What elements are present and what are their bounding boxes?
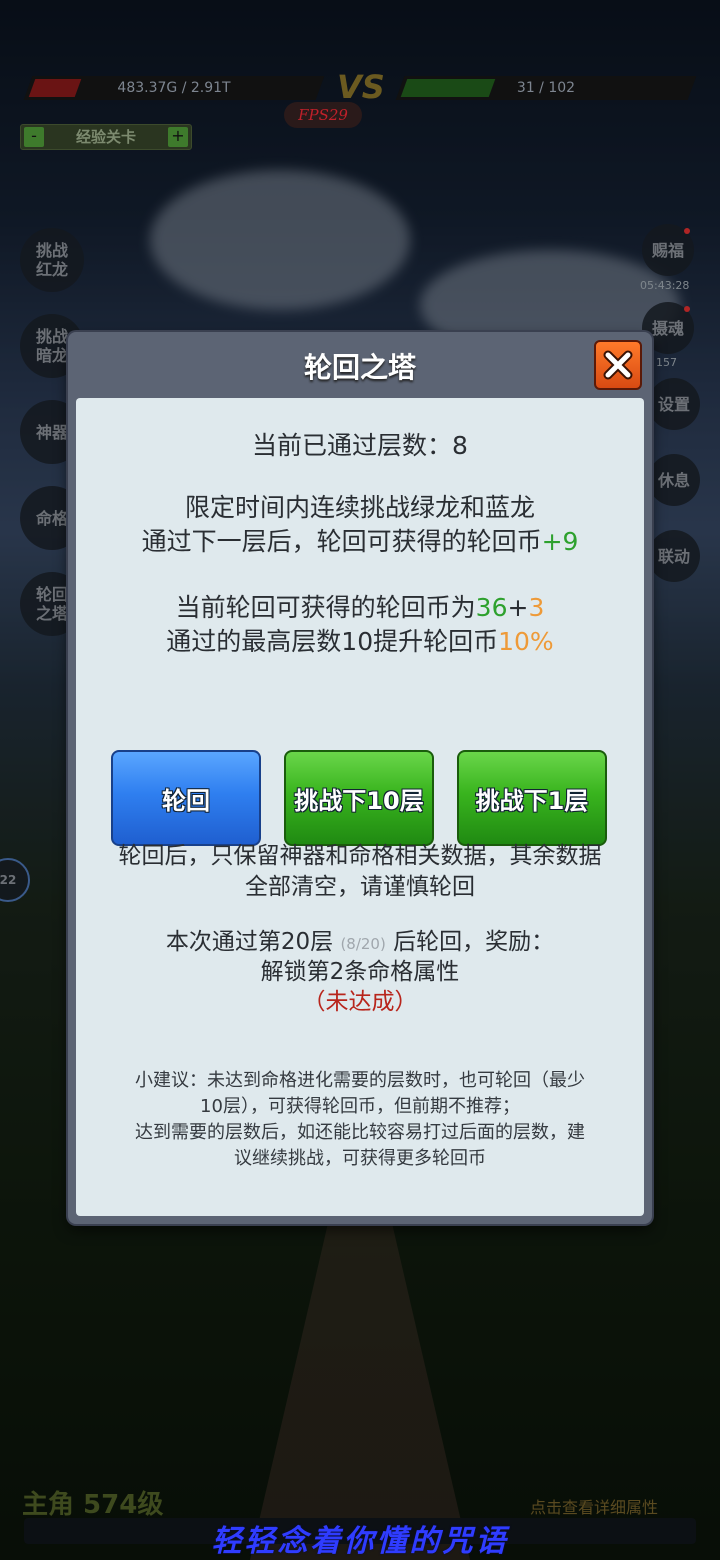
notification-dot	[684, 228, 690, 234]
next-floor-reward: 通过下一层后，轮回可获得的轮回币+9	[76, 522, 644, 558]
dialog-body: 当前已通过层数：8 限定时间内连续挑战绿龙和蓝龙 通过下一层后，轮回可获得的轮回…	[76, 398, 644, 1216]
coins-base: 36	[475, 593, 508, 622]
next-floor-bonus: +9	[541, 527, 579, 556]
detail-link[interactable]: 点击查看详细属性	[530, 1494, 658, 1518]
challenge-next-10-button[interactable]: 挑战下10层	[284, 750, 434, 846]
player-hp-text: 483.37G / 2.91T	[117, 80, 231, 96]
player-hp-bar: 483.37G / 2.91T	[23, 76, 325, 100]
current-floors-value: 8	[452, 431, 468, 460]
enemy-hp-bar: 31 / 102	[395, 76, 697, 100]
tip-line3: 达到需要的层数后，如还能比较容易打过后面的层数，建	[135, 1122, 585, 1143]
vs-label: VS	[337, 68, 385, 106]
current-coins: 当前轮回可获得的轮回币为36+3	[76, 588, 644, 624]
rest-button[interactable]: 休息	[648, 454, 700, 506]
link-button[interactable]: 联动	[648, 530, 700, 582]
current-coins-label: 当前轮回可获得的轮回币为	[175, 593, 476, 622]
fps-counter: FPS29	[284, 102, 362, 128]
close-button[interactable]	[594, 340, 642, 390]
enemy-hp-text: 31 / 102	[516, 80, 576, 96]
next-floor-reward-label: 通过下一层后，轮回可获得的轮回币	[141, 527, 542, 556]
reward-progress: (8/20)	[340, 935, 386, 953]
reward-item: 解锁第2条命格属性	[260, 959, 460, 985]
coin-boost: 通过的最高层数10提升轮回币10%	[76, 622, 644, 658]
soul-count: 157	[656, 356, 677, 369]
stage-prev-button[interactable]: -	[24, 127, 44, 147]
current-floors-label: 当前已通过层数：	[252, 431, 453, 460]
tip-line1: 小建议：未达到命格进化需要的层数时，也可轮回（最少	[135, 1070, 585, 1091]
close-icon	[603, 350, 633, 380]
coin-boost-value: 10%	[498, 627, 554, 656]
notification-dot	[684, 306, 690, 312]
current-floors: 当前已通过层数：8	[76, 426, 644, 462]
reincarnation-tower-dialog: 轮回之塔 当前已通过层数：8 限定时间内连续挑战绿龙和蓝龙 通过下一层后，轮回可…	[68, 332, 652, 1224]
coins-extra: 3	[528, 593, 545, 622]
coin-boost-label: 通过的最高层数10提升轮回币	[166, 627, 499, 656]
stage-label: 经验关卡	[75, 128, 136, 146]
settings-button[interactable]: 设置	[648, 378, 700, 430]
stage-selector: 经验关卡 - +	[20, 124, 192, 150]
stage-next-button[interactable]: +	[168, 127, 188, 147]
reincarnation-warning-line2: 全部清空，请谨慎轮回	[245, 874, 475, 900]
challenge-red-dragon-button[interactable]: 挑战 红龙	[20, 228, 84, 292]
reincarnate-button[interactable]: 轮回	[111, 750, 261, 846]
reward-status: （未达成）	[302, 989, 418, 1015]
tip-line4: 议继续挑战，可获得更多轮回币	[234, 1148, 486, 1169]
slogan-text: 轻轻念着你懂的咒语	[211, 1524, 509, 1559]
coins-plus-sign: +	[507, 593, 529, 622]
reward-condition: 本次通过第20层 (8/20) 后轮回，奖励：	[76, 922, 644, 956]
dialog-title: 轮回之塔	[303, 351, 416, 384]
challenge-next-1-button[interactable]: 挑战下1层	[457, 750, 607, 846]
reincarnation-warning-line1: 轮回后，只保留神器和命格相关数据，其余数据	[118, 843, 602, 869]
bless-timer: 05:43:28	[640, 279, 690, 292]
tip-line2: 10层），可获得轮回币，但前期不推荐；	[200, 1096, 520, 1117]
challenge-description: 限定时间内连续挑战绿龙和蓝龙	[184, 493, 535, 522]
